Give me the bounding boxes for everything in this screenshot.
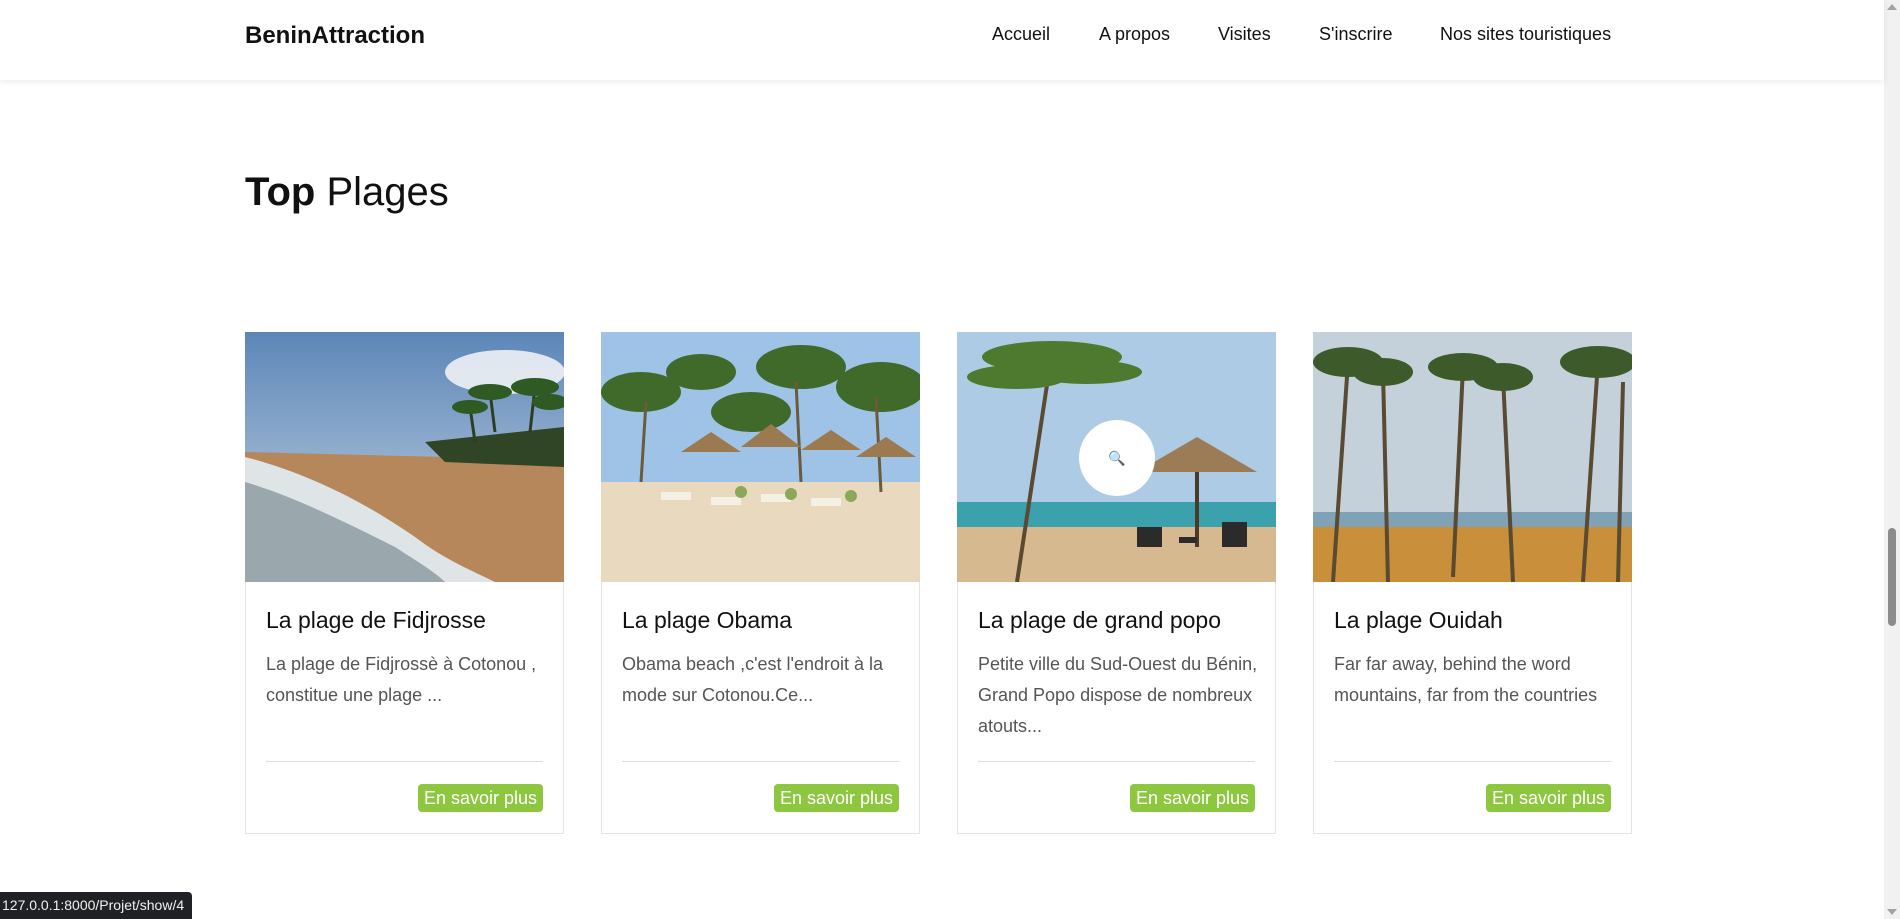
card-title[interactable]: La plage de Fidjrosse <box>266 607 486 634</box>
scroll-up-arrow-icon[interactable] <box>1887 4 1897 10</box>
nav-link-accueil[interactable]: Accueil <box>992 24 1050 45</box>
beach-card: La plage de Fidjrosse La plage de Fidjro… <box>245 332 564 834</box>
nav-link-sinscrire[interactable]: S'inscrire <box>1319 24 1392 45</box>
card-title[interactable]: La plage Ouidah <box>1334 607 1503 634</box>
beach-image-obama[interactable] <box>601 332 920 582</box>
beach-image-grand-popo[interactable]: 🔍 <box>957 332 1276 582</box>
nav-link-sites-touristiques[interactable]: Nos sites touristiques <box>1440 24 1611 45</box>
en-savoir-plus-button[interactable]: En savoir plus <box>1485 784 1611 812</box>
en-savoir-plus-button[interactable]: En savoir plus <box>1129 784 1255 812</box>
top-navbar: BeninAttraction Accueil A propos Visites… <box>0 0 1884 80</box>
section-title-bold: Top <box>245 170 316 214</box>
card-divider <box>266 761 543 762</box>
beach-card: La plage Ouidah Far far away, behind the… <box>1313 332 1632 834</box>
vertical-scrollbar[interactable] <box>1884 0 1900 919</box>
nav-link-a-propos[interactable]: A propos <box>1099 24 1170 45</box>
zoom-overlay[interactable]: 🔍 <box>1079 420 1155 496</box>
section-title-rest: Plages <box>326 170 449 214</box>
card-description: La plage de Fidjrossè à Cotonou , consti… <box>266 654 537 705</box>
nav-links: Accueil A propos Visites S'inscrire Nos … <box>0 0 1884 80</box>
section-title: Top Plages <box>245 170 449 215</box>
card-description: Petite ville du Sud-Ouest du Bénin, Gran… <box>978 654 1258 736</box>
beach-image-ouidah[interactable] <box>1313 332 1632 582</box>
beach-card: 🔍 La plage de grand popo Petite ville du… <box>957 332 1276 834</box>
card-divider <box>1334 761 1611 762</box>
card-title[interactable]: La plage Obama <box>622 607 792 634</box>
search-icon: 🔍 <box>1108 449 1126 466</box>
beach-image-fidjrosse[interactable] <box>245 332 564 582</box>
nav-link-visites[interactable]: Visites <box>1218 24 1271 45</box>
beach-card: La plage Obama Obama beach ,c'est l'endr… <box>601 332 920 834</box>
en-savoir-plus-button[interactable]: En savoir plus <box>417 784 543 812</box>
card-description: Far far away, behind the word mountains,… <box>1334 654 1598 705</box>
en-savoir-plus-button[interactable]: En savoir plus <box>773 784 899 812</box>
card-description: Obama beach ,c'est l'endroit à la mode s… <box>622 654 884 705</box>
card-divider <box>622 761 899 762</box>
card-divider <box>978 761 1255 762</box>
card-title[interactable]: La plage de grand popo <box>978 607 1221 634</box>
scroll-down-arrow-icon[interactable] <box>1887 909 1897 915</box>
scrollbar-thumb[interactable] <box>1888 528 1896 626</box>
status-bar-url: 127.0.0.1:8000/Projet/show/4 <box>0 892 193 919</box>
